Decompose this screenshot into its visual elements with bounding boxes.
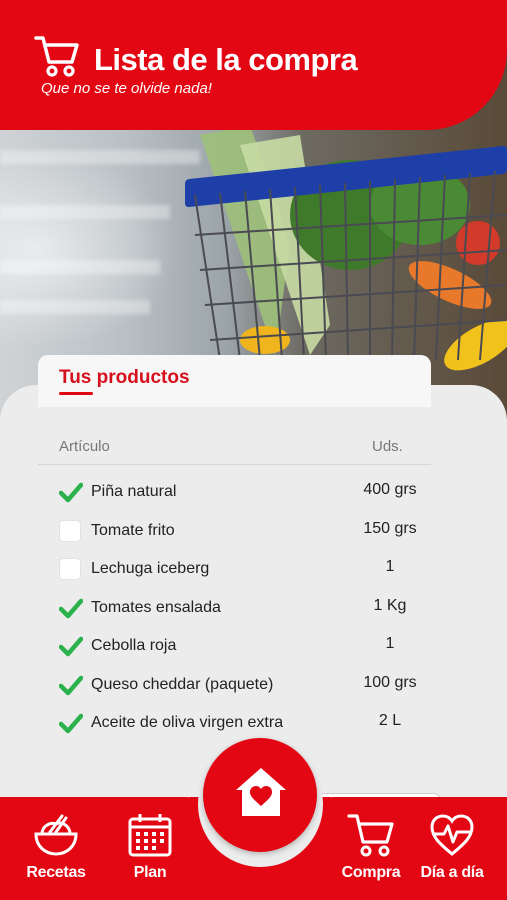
item-name: Piña natural bbox=[91, 483, 177, 500]
tab-tus-productos[interactable]: Tus productos bbox=[38, 355, 431, 407]
tab-title: Tus productos bbox=[59, 367, 190, 388]
home-heart-icon bbox=[236, 768, 286, 816]
item-name: Tomate frito bbox=[91, 522, 175, 539]
list-item[interactable]: Lechuga iceberg 1 bbox=[0, 558, 507, 596]
nav-dia-a-dia[interactable]: Día a día bbox=[416, 812, 488, 882]
app-title: Lista de la compra bbox=[94, 42, 358, 77]
header-divider bbox=[38, 464, 431, 465]
nav-recetas[interactable]: Recetas bbox=[16, 812, 96, 882]
checkbox-checked[interactable] bbox=[58, 597, 84, 619]
heart-pulse-icon bbox=[430, 814, 474, 856]
item-quantity: 1 Kg bbox=[373, 597, 407, 614]
list-item[interactable]: Tomates ensalada 1 Kg bbox=[0, 597, 507, 635]
list-item[interactable]: Cebolla roja 1 bbox=[0, 635, 507, 673]
checkbox-checked[interactable] bbox=[58, 712, 84, 734]
nav-plan-label: Plan bbox=[133, 864, 167, 881]
checkmark-icon bbox=[58, 675, 84, 696]
nav-plan[interactable]: Plan bbox=[112, 812, 188, 882]
home-button[interactable] bbox=[203, 738, 317, 852]
nav-dia-a-dia-label: Día a día bbox=[420, 864, 484, 881]
item-name: Aceite de oliva virgen extra bbox=[91, 714, 284, 731]
app-header: Lista de la compra Que no se te olvide n… bbox=[0, 0, 507, 130]
item-quantity: 1 bbox=[385, 635, 395, 652]
tab-indicator bbox=[59, 392, 93, 395]
list-item[interactable]: Queso cheddar (paquete) 100 grs bbox=[0, 674, 507, 712]
checkmark-icon bbox=[58, 713, 84, 734]
checkbox-checked[interactable] bbox=[58, 481, 84, 503]
nav-recetas-label: Recetas bbox=[26, 864, 86, 881]
shopping-cart-icon bbox=[347, 814, 394, 857]
item-quantity: 2 L bbox=[378, 712, 402, 729]
checkbox-unchecked[interactable] bbox=[59, 558, 81, 580]
list-item[interactable]: Piña natural 400 grs bbox=[0, 481, 507, 519]
item-quantity: 100 grs bbox=[363, 674, 417, 691]
checkmark-icon bbox=[58, 636, 84, 657]
calendar-icon bbox=[128, 814, 172, 857]
column-header-article: Artículo bbox=[59, 438, 110, 455]
checkmark-icon bbox=[58, 598, 84, 619]
item-name: Queso cheddar (paquete) bbox=[91, 676, 274, 693]
list-item[interactable]: Tomate frito 150 grs bbox=[0, 520, 507, 558]
item-name: Cebolla roja bbox=[91, 637, 177, 654]
app-subtitle: Que no se te olvide nada! bbox=[41, 80, 212, 97]
checkbox-unchecked[interactable] bbox=[59, 520, 81, 542]
nav-compra[interactable]: Compra bbox=[336, 812, 406, 882]
item-quantity: 150 grs bbox=[363, 520, 417, 537]
item-name: Tomates ensalada bbox=[91, 599, 221, 616]
checkbox-checked[interactable] bbox=[58, 635, 84, 657]
item-quantity: 1 bbox=[385, 558, 395, 575]
bowl-icon bbox=[34, 814, 78, 856]
shopping-cart-icon bbox=[34, 36, 79, 77]
nav-compra-label: Compra bbox=[341, 864, 401, 881]
column-header-units: Uds. bbox=[372, 438, 403, 455]
checkbox-checked[interactable] bbox=[58, 674, 84, 696]
item-quantity: 400 grs bbox=[363, 481, 417, 498]
checkmark-icon bbox=[58, 482, 84, 503]
item-name: Lechuga iceberg bbox=[91, 560, 210, 577]
